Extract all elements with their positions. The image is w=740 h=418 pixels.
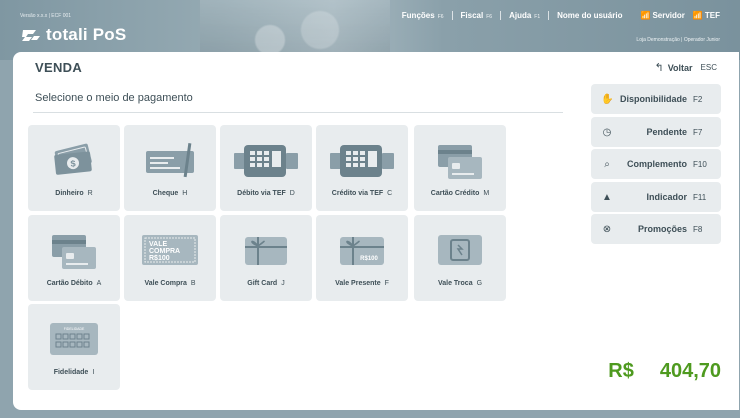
back-button[interactable]: ↰ Voltar ESC <box>654 61 717 74</box>
debit-card-icon <box>52 235 96 269</box>
menu-divider <box>548 11 550 20</box>
wifi-icon: 📶 <box>640 11 651 20</box>
instruction-text: Selecione o meio de pagamento <box>35 92 193 104</box>
top-menu: Funções F6 Fiscal F6 Ajuda F1 Nome do usuár… <box>402 11 720 20</box>
complemento-button[interactable]: ⌕ Complemento F10 <box>591 149 721 179</box>
payment-cartao-debito[interactable]: Cartão Débito A <box>28 215 120 301</box>
svg-text:R$100: R$100 <box>360 256 378 262</box>
page-title: VENDA <box>35 60 83 75</box>
hand-icon: ✋ <box>601 93 614 105</box>
payment-vale-presente[interactable]: R$100 Vale Presente F <box>316 215 408 301</box>
menu-user[interactable]: Nome do usuário <box>557 11 622 20</box>
credit-card-icon <box>438 145 482 179</box>
main-panel: VENDA ↰ Voltar ESC Selecione o meio de p… <box>13 52 739 410</box>
header-background-image <box>200 0 390 60</box>
payment-cheque[interactable]: Cheque H <box>124 125 216 211</box>
svg-text:COMPRA: COMPRA <box>149 248 180 255</box>
svg-text:R$100: R$100 <box>149 255 170 262</box>
svg-text:FIDELIDADE: FIDELIDADE <box>64 327 85 331</box>
payment-vale-compra[interactable]: VALE COMPRA R$100 Vale Compra B <box>124 215 216 301</box>
percent-icon: ⊗ <box>602 223 612 235</box>
brand-name: totali PoS <box>46 25 127 44</box>
clock-icon: ◷ <box>602 126 612 138</box>
status-tef: 📶 TEF <box>692 11 720 20</box>
check-icon <box>146 143 194 178</box>
menu-divider <box>451 11 453 20</box>
wifi-icon: 📶 <box>692 11 703 20</box>
menu-fiscal[interactable]: Fiscal F6 <box>461 11 493 20</box>
card-terminal-icon <box>330 145 394 177</box>
payment-debito-tef[interactable]: Débito via TEF D <box>220 125 312 211</box>
payment-dinheiro[interactable]: $ Dinheiro R <box>28 125 120 211</box>
cash-icon: $ <box>54 143 92 175</box>
back-arrow-icon: ↰ <box>654 62 664 74</box>
gift-card-icon <box>245 237 287 265</box>
payment-credito-tef[interactable]: Crédito via TEF C <box>316 125 408 211</box>
app-logo: totali PoS <box>20 25 126 45</box>
menu-ajuda[interactable]: Ajuda F1 <box>509 11 540 20</box>
loyalty-card-icon: FIDELIDADE <box>50 323 98 355</box>
card-terminal-icon <box>234 145 298 177</box>
total-value: 404,70 <box>659 360 721 382</box>
app-header: Versão x.x.x | ECF 001 totali PoS Funçõe… <box>0 0 740 60</box>
sale-total: R$ 404,70 <box>608 360 721 383</box>
status-servidor: 📶 Servidor <box>640 11 685 20</box>
payment-cartao-credito[interactable]: Cartão Crédito M <box>414 125 506 211</box>
version-info: Versão x.x.x | ECF 001 <box>20 13 72 19</box>
payment-vale-troca[interactable]: Vale Troca G <box>414 215 506 301</box>
menu-divider <box>500 11 502 20</box>
divider <box>33 112 563 113</box>
svg-text:$: $ <box>70 158 76 168</box>
payment-fidelidade[interactable]: FIDELIDADE Fidelidade I <box>28 304 120 390</box>
gift-voucher-icon: R$100 <box>340 237 384 265</box>
promocoes-button[interactable]: ⊗ Promoções F8 <box>591 214 721 244</box>
indicador-button[interactable]: ▲ Indicador F11 <box>591 182 721 212</box>
store-operator-info: Loja Demonstração | Operador Junior <box>636 37 720 43</box>
disponibilidade-button[interactable]: ✋ Disponibilidade F2 <box>591 84 721 114</box>
pendente-button[interactable]: ◷ Pendente F7 <box>591 117 721 147</box>
menu-funcoes[interactable]: Funções F6 <box>402 11 444 20</box>
exchange-voucher-icon <box>438 235 482 265</box>
total-currency: R$ <box>608 360 634 382</box>
user-icon: ▲ <box>602 191 612 203</box>
search-icon: ⌕ <box>604 158 610 170</box>
logo-icon <box>22 30 40 41</box>
voucher-icon: VALE COMPRA R$100 <box>142 235 198 265</box>
svg-text:VALE: VALE <box>149 241 167 248</box>
payment-gift-card[interactable]: Gift Card J <box>220 215 312 301</box>
